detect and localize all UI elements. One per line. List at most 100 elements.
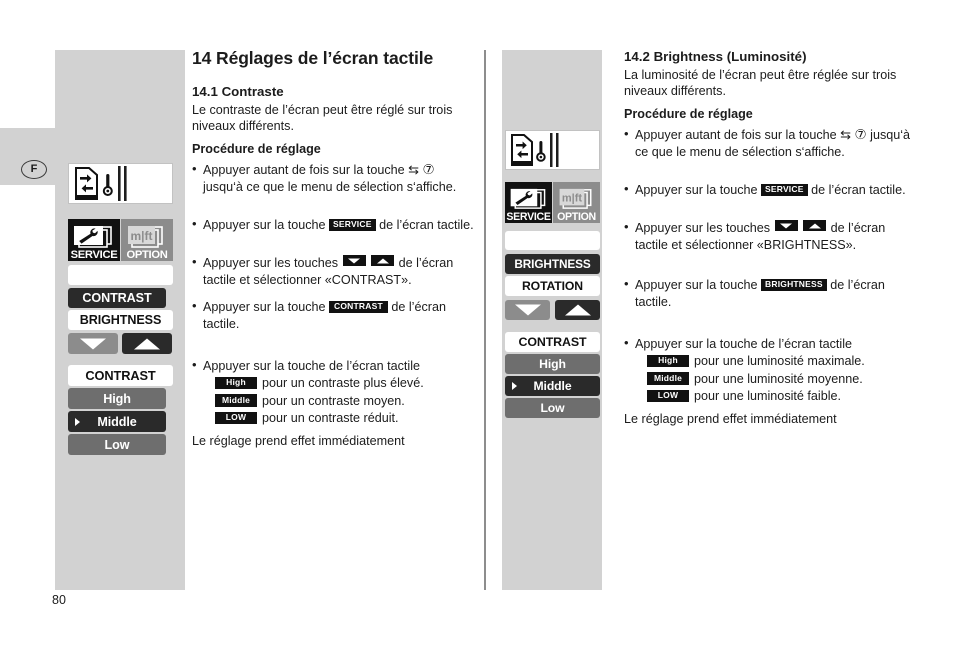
section-141-steps: Appuyer autant de fois sur la touche ⇆ ⑦… (192, 161, 474, 427)
right-panel-tile-option-label: OPTION (557, 211, 596, 223)
section-142-procedure-heading: Procédure de réglage (624, 106, 753, 121)
level-line-high: High pour une luminosité maximale. (635, 353, 920, 369)
step-4-text-before: Appuyer sur la touche (203, 300, 330, 315)
right-text-column: 14.2 Brightness (Luminosité) La luminosi… (624, 48, 920, 431)
arrow-down-icon (80, 338, 106, 349)
left-panel-submenu-item-middle-label: Middle (97, 414, 137, 429)
right-panel-menu-item-brightness-label: BRIGHTNESS (514, 257, 591, 271)
right-panel-display-frame (505, 130, 600, 170)
step-4-text-before: Appuyer sur la touche (635, 278, 762, 293)
section-142-title: 14.2 Brightness (Luminosité) (624, 49, 807, 64)
right-panel-tile-service[interactable]: SERVICE (505, 182, 552, 223)
step-2: Appuyer sur la touche SERVICE de l’écran… (624, 181, 920, 198)
service-key-badge: SERVICE (761, 184, 808, 196)
left-panel-submenu-item-middle[interactable]: Middle (68, 411, 166, 432)
thermometer-icon (536, 141, 546, 162)
step-1-text-after: jusqu‘à ce que le menu de sélection s‘af… (203, 179, 457, 194)
section-141-title: 14.1 Contraste (192, 84, 284, 99)
left-panel-menu-item-contrast[interactable]: CONTRAST (68, 288, 166, 308)
arrow-up-icon (134, 338, 160, 349)
section-141-procedure-heading: Procédure de réglage (192, 141, 321, 156)
page-title: 14 Réglages de l’écran tactile (192, 48, 434, 68)
right-panel-tile-option[interactable]: m|ft OPTION (553, 182, 600, 223)
right-panel-submenu-item-low[interactable]: Low (505, 398, 600, 418)
left-panel-menu-item-brightness-label: BRIGHTNESS (79, 313, 162, 327)
right-panel-submenu-item-low-label: Low (540, 401, 565, 415)
high-key-badge: High (215, 376, 257, 390)
mft-stack-icon: m|ft (559, 188, 591, 209)
step-5: Appuyer sur la touche de l’écran tactile… (192, 357, 474, 427)
high-key-badge: High (647, 354, 689, 368)
left-panel-menu-item-contrast-label: CONTRAST (82, 291, 152, 305)
level-line-middle: Middle pour un contraste moyen. (203, 393, 474, 409)
low-key-badge: LOW (647, 389, 689, 403)
low-key-badge: LOW (215, 411, 257, 425)
section-142-closing: Le réglage prend effet immédiatement (624, 411, 837, 426)
section-142-steps: Appuyer autant de fois sur la touche ⇆ ⑦… (624, 126, 920, 404)
left-panel-menu-item-brightness[interactable]: BRIGHTNESS (68, 310, 173, 330)
circled-number-7-icon: ⑦ (854, 127, 867, 143)
left-panel-display-frame (68, 163, 173, 204)
arrow-down-key-icon (774, 220, 798, 232)
right-panel-menu-item-brightness[interactable]: BRIGHTNESS (505, 254, 600, 274)
step-1: Appuyer autant de fois sur la touche ⇆ ⑦… (192, 161, 474, 195)
step-2-text-before: Appuyer sur la touche (635, 183, 762, 198)
right-panel-submenu-item-middle[interactable]: Middle (505, 376, 600, 396)
svg-text:m|ft: m|ft (130, 229, 152, 243)
level-line-middle: Middle pour une luminosité moyenne. (635, 371, 920, 387)
left-panel-tile-option-label: OPTION (126, 249, 168, 261)
device-temperature-icon (511, 133, 559, 167)
service-key-badge: SERVICE (329, 219, 376, 231)
arrow-down-icon (514, 304, 541, 316)
right-panel-submenu-item-high[interactable]: High (505, 354, 600, 374)
column-divider (484, 50, 486, 590)
right-panel-submenu-item-high-label: High (539, 357, 566, 371)
left-panel-submenu-item-high[interactable]: High (68, 388, 166, 409)
right-panel-blank-row (505, 231, 600, 250)
step-2-text-after: de l’écran tactile. (375, 218, 474, 233)
selection-caret-icon (512, 382, 517, 390)
thermometer-icon (102, 174, 113, 196)
level-line-high: High pour un contraste plus élevé. (203, 375, 474, 391)
section-141-intro: Le contraste de l’écran peut être réglé … (192, 103, 453, 134)
step-4: Appuyer sur la touche BRIGHTNESS de l’éc… (624, 276, 920, 310)
step-2-text-before: Appuyer sur la touche (203, 218, 330, 233)
right-panel-menu-item-rotation-label: ROTATION (521, 279, 584, 293)
middle-key-badge: Middle (647, 372, 689, 385)
left-panel-tile-option[interactable]: m|ft OPTION (121, 219, 173, 261)
arrow-up-key-icon (803, 220, 827, 232)
step-1: Appuyer autant de fois sur la touche ⇆ ⑦… (624, 126, 920, 160)
swap-arrows-icon: ⇆ (408, 162, 420, 178)
step-3-text-before: Appuyer sur les touches (635, 221, 774, 236)
contrast-key-badge: CONTRAST (329, 300, 388, 314)
step-5-text-before: Appuyer sur la touche de l’écran tactile (203, 359, 421, 374)
left-text-column: 14 Réglages de l’écran tactile 14.1 Cont… (192, 48, 474, 453)
level-line-low-text: pour un contraste réduit. (262, 411, 399, 426)
language-marker: F (21, 160, 47, 179)
selection-caret-icon (75, 417, 80, 426)
left-panel-tile-service[interactable]: SERVICE (68, 219, 120, 261)
left-panel-arrow-up-button[interactable] (122, 333, 172, 354)
right-panel-tile-service-label: SERVICE (506, 211, 551, 223)
level-line-high-text: pour un contraste plus élevé. (262, 376, 424, 391)
mft-stack-icon: m|ft (128, 226, 163, 248)
right-panel-arrow-up-button[interactable] (555, 300, 600, 320)
device-temperature-icon (75, 166, 127, 201)
brightness-key-badge: BRIGHTNESS (761, 278, 827, 292)
step-5-text-before: Appuyer sur la touche de l’écran tactile (635, 337, 853, 352)
left-panel-arrow-down-button[interactable] (68, 333, 118, 354)
level-line-low-text: pour une luminosité faible. (694, 389, 842, 404)
right-panel-menu-item-rotation[interactable]: ROTATION (505, 276, 600, 296)
right-panel-submenu-header: CONTRAST (505, 332, 600, 352)
right-panel-submenu-item-middle-label: Middle (533, 379, 572, 393)
svg-text:m|ft: m|ft (561, 193, 582, 205)
left-panel-submenu-item-low[interactable]: Low (68, 434, 166, 455)
level-line-high-text: pour une luminosité maximale. (694, 354, 865, 369)
step-1-text-before: Appuyer autant de fois sur la touche (203, 163, 409, 178)
step-2-text-after: de l’écran tactile. (807, 183, 906, 198)
swap-arrows-icon: ⇆ (840, 127, 852, 143)
right-panel-arrow-down-button[interactable] (505, 300, 550, 320)
middle-key-badge: Middle (215, 394, 257, 407)
section-141-closing: Le réglage prend effet immédiatement (192, 433, 405, 448)
left-panel-tile-service-label: SERVICE (70, 249, 118, 261)
